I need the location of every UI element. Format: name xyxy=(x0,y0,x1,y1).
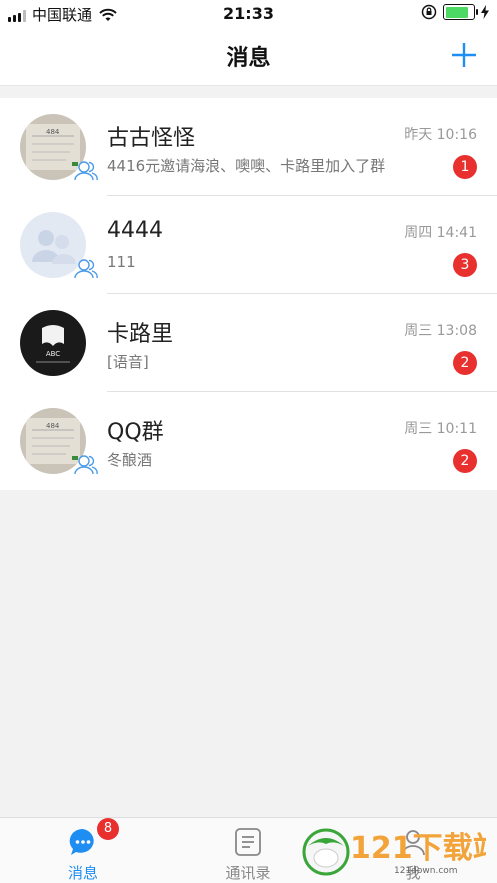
app-screen: 中国联通 21:33 消息 484 古古怪怪 昨天 10:16 4416元邀请海… xyxy=(0,0,497,883)
message-preview: 冬酿酒 xyxy=(107,451,153,469)
chat-bubble-icon xyxy=(69,828,94,855)
tab-label: 通讯录 xyxy=(225,864,271,882)
conversation-name: QQ群 xyxy=(107,420,164,445)
group-icon xyxy=(74,455,98,475)
page-title: 消息 xyxy=(226,46,271,71)
unread-badge: 1 xyxy=(453,155,477,179)
group-icon xyxy=(74,259,98,279)
tab-messages[interactable]: 8 消息 xyxy=(23,818,143,883)
unread-badge: 2 xyxy=(453,351,477,375)
group-icon xyxy=(74,161,98,181)
tab-me[interactable]: 我 xyxy=(353,818,473,883)
conversation-list: 484 古古怪怪 昨天 10:16 4416元邀请海浪、噢噢、卡路里加入了群 1 xyxy=(0,98,497,490)
profile-icon xyxy=(401,830,425,856)
tab-bar: 8 消息 通讯录 我 xyxy=(0,817,497,883)
tab-label: 我 xyxy=(405,864,421,882)
plus-icon[interactable] xyxy=(449,40,479,70)
conversation-row[interactable]: 484 QQ群 周三 10:11 冬酿酒 2 xyxy=(0,392,497,490)
contacts-icon xyxy=(235,828,261,856)
battery-icon xyxy=(443,4,478,20)
svg-text:484: 484 xyxy=(46,128,60,136)
charging-icon xyxy=(481,5,489,19)
nav-bar: 消息 xyxy=(0,28,497,86)
conversation-time: 周三 13:08 xyxy=(404,323,477,339)
svg-text:484: 484 xyxy=(46,422,60,430)
unread-badge: 2 xyxy=(453,449,477,473)
conversation-row[interactable]: 484 古古怪怪 昨天 10:16 4416元邀请海浪、噢噢、卡路里加入了群 1 xyxy=(0,98,497,196)
message-preview: 4416元邀请海浪、噢噢、卡路里加入了群 xyxy=(107,157,386,175)
status-right xyxy=(421,4,489,20)
conversation-time: 周四 14:41 xyxy=(404,225,477,241)
unread-badge: 3 xyxy=(453,253,477,277)
conversation-name: 卡路里 xyxy=(107,322,174,347)
message-preview: 111 xyxy=(107,253,136,271)
tab-contacts[interactable]: 通讯录 xyxy=(188,818,308,883)
conversation-time: 昨天 10:16 xyxy=(404,127,477,143)
conversation-name: 4444 xyxy=(107,218,163,243)
conversation-row[interactable]: 4444 周四 14:41 111 3 xyxy=(0,196,497,294)
conversation-name: 古古怪怪 xyxy=(107,126,196,151)
tab-unread-badge: 8 xyxy=(97,818,119,840)
rotation-lock-icon xyxy=(421,4,437,20)
avatar-logo-text: ABC xyxy=(46,350,60,358)
conversation-time: 周三 10:11 xyxy=(404,421,477,437)
avatar: ABC xyxy=(20,310,86,376)
status-bar: 中国联通 21:33 xyxy=(0,0,497,28)
message-preview: [语音] xyxy=(107,353,149,371)
conversation-row[interactable]: ABC 卡路里 周三 13:08 [语音] 2 xyxy=(0,294,497,392)
tab-label: 消息 xyxy=(67,864,98,882)
